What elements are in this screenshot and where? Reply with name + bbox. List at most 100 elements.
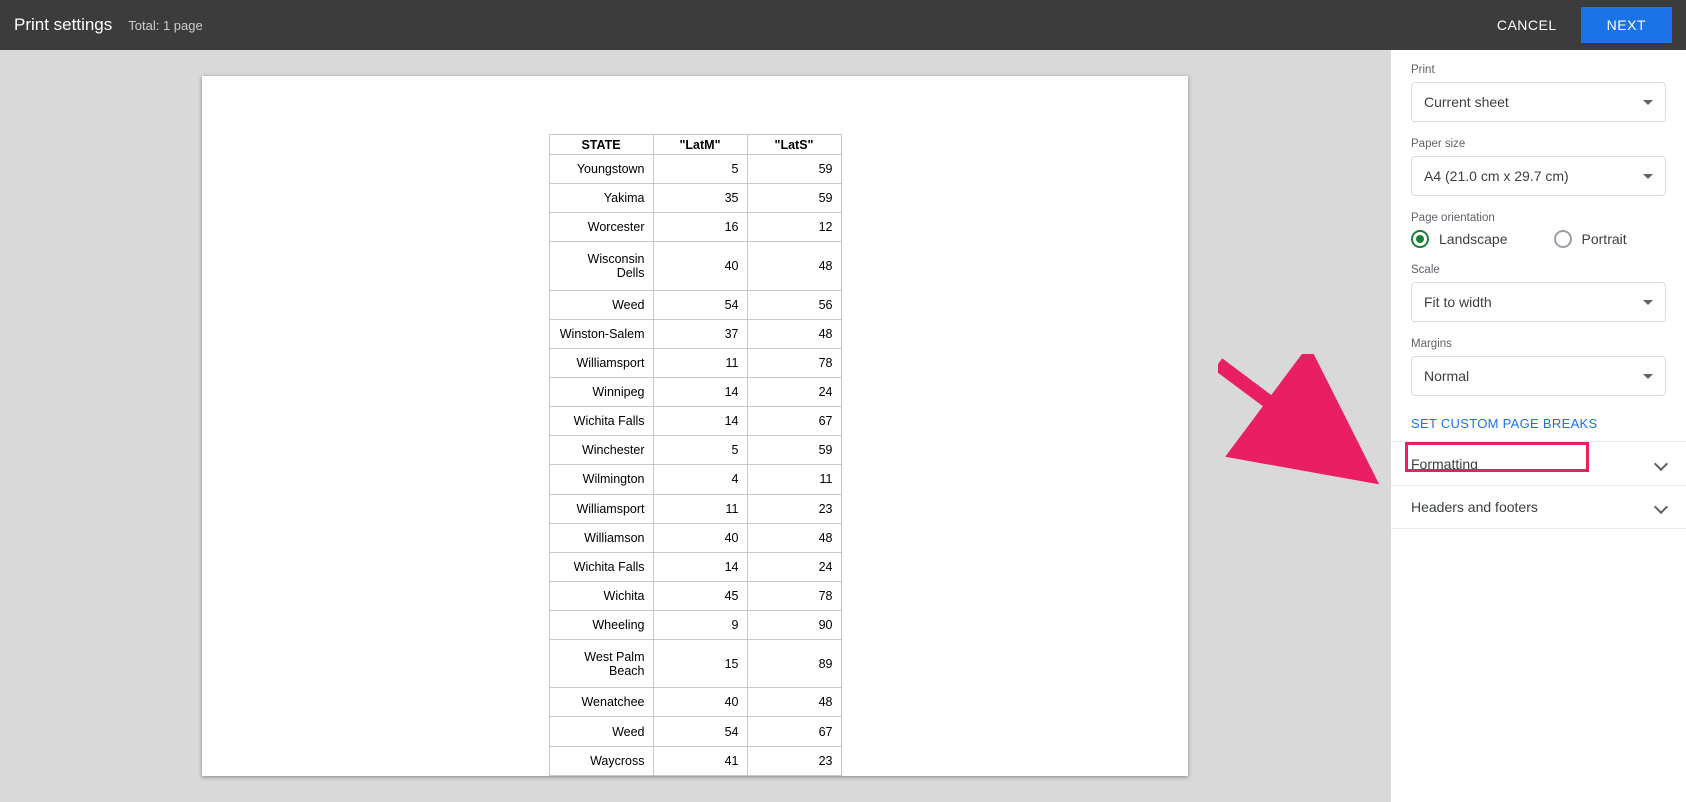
cell-latm: 54 [653, 290, 747, 319]
table-row: Weed5456 [549, 290, 841, 319]
cell-lats: 59 [747, 436, 841, 465]
table-row: Weed5467 [549, 717, 841, 746]
next-button[interactable]: NEXT [1581, 7, 1672, 43]
paper-size-label: Paper size [1411, 138, 1666, 150]
cell-latm: 11 [653, 348, 747, 377]
scale-value: Fit to width [1424, 294, 1492, 310]
table-row: Yakima3559 [549, 184, 841, 213]
table-row: Winchester559 [549, 436, 841, 465]
cell-state: Wichita [549, 581, 653, 610]
table-row: Williamson4048 [549, 523, 841, 552]
cell-lats: 59 [747, 155, 841, 184]
table-row: Wichita Falls1424 [549, 552, 841, 581]
data-table: STATE "LatM" "LatS" Youngstown559Yakima3… [549, 134, 842, 776]
header-subtitle: Total: 1 page [128, 18, 202, 33]
table-row: Wichita Falls1467 [549, 407, 841, 436]
cell-lats: 24 [747, 377, 841, 406]
table-header-row: STATE "LatM" "LatS" [549, 135, 841, 155]
cell-latm: 11 [653, 494, 747, 523]
col-header-lats: "LatS" [747, 135, 841, 155]
scale-label: Scale [1411, 264, 1666, 276]
cell-lats: 23 [747, 746, 841, 775]
print-header: Print settings Total: 1 page CANCEL NEXT [0, 0, 1686, 50]
cell-latm: 14 [653, 377, 747, 406]
cell-lats: 78 [747, 581, 841, 610]
cell-state: Williamsport [549, 348, 653, 377]
cell-lats: 67 [747, 407, 841, 436]
margins-select[interactable]: Normal [1411, 356, 1666, 396]
table-row: Winnipeg1424 [549, 377, 841, 406]
scale-select[interactable]: Fit to width [1411, 282, 1666, 322]
dropdown-arrow-icon [1643, 300, 1653, 305]
chevron-down-icon [1654, 500, 1668, 514]
cell-state: Wichita Falls [549, 552, 653, 581]
radio-unselected-icon [1554, 230, 1572, 248]
cell-state: Yakima [549, 184, 653, 213]
cell-state: Winnipeg [549, 377, 653, 406]
dropdown-arrow-icon [1643, 174, 1653, 179]
cell-lats: 48 [747, 319, 841, 348]
cell-lats: 48 [747, 688, 841, 717]
cell-lats: 67 [747, 717, 841, 746]
margins-value: Normal [1424, 368, 1469, 384]
cell-latm: 40 [653, 242, 747, 290]
cell-state: Wisconsin Dells [549, 242, 653, 290]
cell-state: Wenatchee [549, 688, 653, 717]
cell-state: Weed [549, 290, 653, 319]
table-row: Williamsport1123 [549, 494, 841, 523]
cell-latm: 54 [653, 717, 747, 746]
cell-latm: 14 [653, 552, 747, 581]
cell-latm: 15 [653, 640, 747, 688]
cell-state: Winchester [549, 436, 653, 465]
cell-state: Waycross [549, 746, 653, 775]
margins-label: Margins [1411, 338, 1666, 350]
table-row: Worcester1612 [549, 213, 841, 242]
col-header-state: STATE [549, 135, 653, 155]
table-row: Wichita4578 [549, 581, 841, 610]
dropdown-arrow-icon [1643, 100, 1653, 105]
table-row: Wenatchee4048 [549, 688, 841, 717]
cell-state: West Palm Beach [549, 640, 653, 688]
cell-lats: 12 [747, 213, 841, 242]
cell-latm: 16 [653, 213, 747, 242]
cell-lats: 24 [747, 552, 841, 581]
cell-lats: 48 [747, 523, 841, 552]
cell-latm: 4 [653, 465, 747, 494]
cell-latm: 40 [653, 688, 747, 717]
cell-latm: 45 [653, 581, 747, 610]
cell-state: Weed [549, 717, 653, 746]
settings-sidebar: Print Current sheet Paper size A4 (21.0 … [1390, 50, 1686, 802]
print-select[interactable]: Current sheet [1411, 82, 1666, 122]
cell-state: Wilmington [549, 465, 653, 494]
cell-lats: 48 [747, 242, 841, 290]
formatting-expand[interactable]: Formatting [1391, 441, 1686, 485]
table-row: Wisconsin Dells4048 [549, 242, 841, 290]
cell-latm: 9 [653, 611, 747, 640]
cell-lats: 89 [747, 640, 841, 688]
headers-footers-expand[interactable]: Headers and footers [1391, 485, 1686, 529]
cancel-button[interactable]: CANCEL [1479, 7, 1575, 43]
table-row: Wheeling990 [549, 611, 841, 640]
paper-size-select[interactable]: A4 (21.0 cm x 29.7 cm) [1411, 156, 1666, 196]
print-label: Print [1411, 64, 1666, 76]
dropdown-arrow-icon [1643, 374, 1653, 379]
col-header-latm: "LatM" [653, 135, 747, 155]
cell-state: Wichita Falls [549, 407, 653, 436]
formatting-label: Formatting [1411, 456, 1478, 472]
cell-state: Youngstown [549, 155, 653, 184]
cell-state: Winston-Salem [549, 319, 653, 348]
radio-selected-icon [1411, 230, 1429, 248]
table-row: Wilmington411 [549, 465, 841, 494]
table-row: Winston-Salem3748 [549, 319, 841, 348]
table-row: Waycross4123 [549, 746, 841, 775]
orientation-landscape[interactable]: Landscape [1411, 230, 1508, 248]
table-row: Williamsport1178 [549, 348, 841, 377]
cell-latm: 5 [653, 155, 747, 184]
cell-lats: 90 [747, 611, 841, 640]
annotation-arrow [1218, 354, 1418, 504]
set-custom-page-breaks-button[interactable]: SET CUSTOM PAGE BREAKS [1391, 406, 1686, 441]
orientation-portrait[interactable]: Portrait [1554, 230, 1627, 248]
orientation-label: Page orientation [1411, 212, 1666, 224]
chevron-down-icon [1654, 456, 1668, 470]
table-row: West Palm Beach1589 [549, 640, 841, 688]
